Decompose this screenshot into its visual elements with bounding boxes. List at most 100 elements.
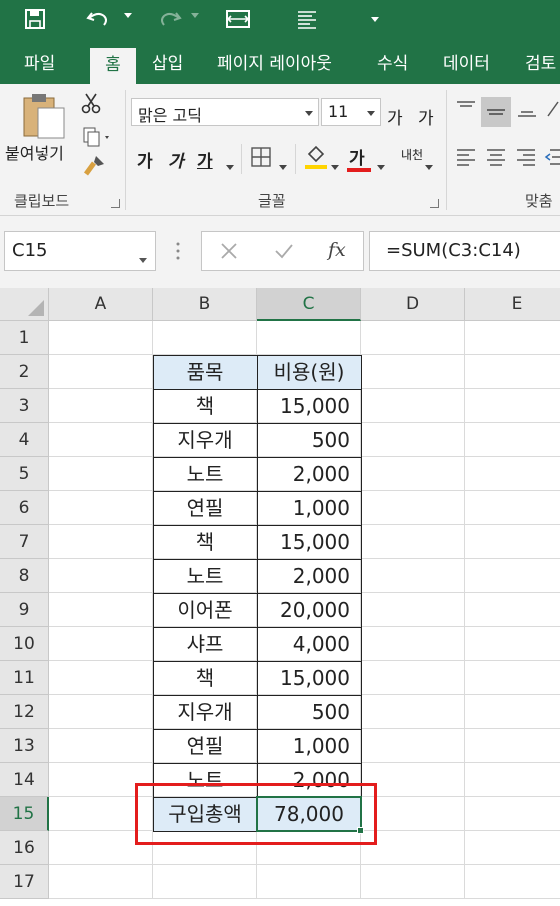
font-size-combo[interactable]: 11 <box>321 98 381 126</box>
tab-formulas[interactable]: 수식 <box>377 44 408 84</box>
row-header-11[interactable]: 11 <box>0 661 49 695</box>
cell[interactable] <box>49 661 153 695</box>
table-cell-cost[interactable]: 20,000 <box>257 593 361 627</box>
cell[interactable] <box>361 763 465 797</box>
cell[interactable] <box>361 695 465 729</box>
row-header-5[interactable]: 5 <box>0 457 49 491</box>
table-cell-item[interactable]: 노트 <box>153 457 257 491</box>
column-header-c[interactable]: C <box>257 288 361 321</box>
cell[interactable] <box>49 457 153 491</box>
table-cell-item[interactable]: 노트 <box>153 763 257 797</box>
column-header-a[interactable]: A <box>49 288 153 321</box>
cell[interactable] <box>465 695 560 729</box>
table-cell-item[interactable]: 품목 <box>153 355 257 389</box>
decrease-indent-icon[interactable] <box>544 146 560 172</box>
cell[interactable] <box>465 525 560 559</box>
cell[interactable] <box>49 525 153 559</box>
cell[interactable] <box>153 865 257 899</box>
align-center-icon[interactable] <box>485 146 507 172</box>
cell[interactable] <box>361 729 465 763</box>
save-icon[interactable] <box>24 8 46 30</box>
row-header-14[interactable]: 14 <box>0 763 49 797</box>
cell[interactable] <box>361 797 465 831</box>
cell[interactable] <box>465 831 560 865</box>
cell[interactable] <box>49 831 153 865</box>
table-cell-item[interactable]: 지우개 <box>153 695 257 729</box>
cell[interactable] <box>49 593 153 627</box>
cell[interactable] <box>361 389 465 423</box>
row-header-12[interactable]: 12 <box>0 695 49 729</box>
undo-dropdown-icon[interactable] <box>124 13 132 18</box>
cell[interactable] <box>465 559 560 593</box>
table-cell-item[interactable]: 지우개 <box>153 423 257 457</box>
paste-icon[interactable] <box>22 92 66 146</box>
align-middle-icon[interactable] <box>481 97 511 127</box>
align-right-icon[interactable] <box>515 146 537 172</box>
table-cell-cost[interactable]: 비용(원) <box>257 355 361 389</box>
align-bottom-icon[interactable] <box>516 98 538 124</box>
cell[interactable] <box>257 831 361 865</box>
cell[interactable] <box>465 797 560 831</box>
cell[interactable] <box>465 355 560 389</box>
cell[interactable] <box>49 797 153 831</box>
cell[interactable] <box>361 559 465 593</box>
cut-icon[interactable] <box>80 92 102 118</box>
cell[interactable] <box>49 491 153 525</box>
copy-icon[interactable] <box>82 126 112 152</box>
touch-mode-icon[interactable] <box>225 8 251 30</box>
borders-icon[interactable] <box>250 146 272 172</box>
table-cell-cost[interactable]: 15,000 <box>257 661 361 695</box>
tab-insert[interactable]: 삽입 <box>152 44 183 84</box>
font-color-button[interactable]: 가 <box>349 144 365 169</box>
cell[interactable] <box>49 729 153 763</box>
redo-icon[interactable] <box>156 8 182 30</box>
row-header-1[interactable]: 1 <box>0 321 49 355</box>
table-cell-item[interactable]: 책 <box>153 661 257 695</box>
cell[interactable] <box>361 525 465 559</box>
cell[interactable] <box>465 593 560 627</box>
table-cell-item[interactable]: 책 <box>153 525 257 559</box>
cell[interactable] <box>49 423 153 457</box>
chevron-down-icon[interactable] <box>279 156 287 175</box>
cell[interactable] <box>465 423 560 457</box>
increase-font-button[interactable]: 가 <box>387 104 403 129</box>
cell[interactable] <box>257 865 361 899</box>
undo-icon[interactable] <box>86 8 112 30</box>
row-header-2[interactable]: 2 <box>0 355 49 389</box>
table-cell-cost[interactable]: 15,000 <box>257 525 361 559</box>
name-box[interactable]: C15 <box>4 231 156 271</box>
align-top-icon[interactable] <box>455 98 477 124</box>
check-icon[interactable] <box>274 242 294 264</box>
format-painter-icon[interactable] <box>82 154 106 184</box>
cell[interactable] <box>257 321 361 355</box>
underline-button[interactable]: 가 <box>197 147 213 172</box>
cell[interactable] <box>465 321 560 355</box>
cell[interactable] <box>465 661 560 695</box>
redo-dropdown-icon[interactable] <box>191 13 199 18</box>
table-cell-item[interactable]: 연필 <box>153 491 257 525</box>
row-header-6[interactable]: 6 <box>0 491 49 525</box>
table-cell-item[interactable]: 연필 <box>153 729 257 763</box>
paste-label[interactable]: 붙여넣기 <box>5 140 64 164</box>
table-cell-cost[interactable]: 500 <box>257 695 361 729</box>
cell[interactable] <box>465 389 560 423</box>
tab-data[interactable]: 데이터 <box>443 44 490 84</box>
decrease-font-button[interactable]: 가 <box>418 104 434 129</box>
fill-color-icon[interactable] <box>303 144 329 174</box>
insert-function-button[interactable]: fx <box>328 239 346 261</box>
form-icon[interactable] <box>296 8 318 30</box>
cell[interactable] <box>361 321 465 355</box>
bold-button[interactable]: 가 <box>137 147 153 172</box>
tab-file[interactable]: 파일 <box>24 44 55 84</box>
cell[interactable] <box>361 865 465 899</box>
tab-home[interactable]: 홈 <box>90 48 136 84</box>
tab-page-layout[interactable]: 페이지 레이아웃 <box>217 44 332 84</box>
row-header-4[interactable]: 4 <box>0 423 49 457</box>
chevron-down-icon[interactable] <box>377 156 385 175</box>
row-header-8[interactable]: 8 <box>0 559 49 593</box>
cell[interactable] <box>465 729 560 763</box>
customize-toolbar-icon[interactable] <box>371 17 379 22</box>
font-name-combo[interactable]: 맑은 고딕 <box>131 98 319 126</box>
cell[interactable] <box>49 389 153 423</box>
cell[interactable] <box>153 831 257 865</box>
